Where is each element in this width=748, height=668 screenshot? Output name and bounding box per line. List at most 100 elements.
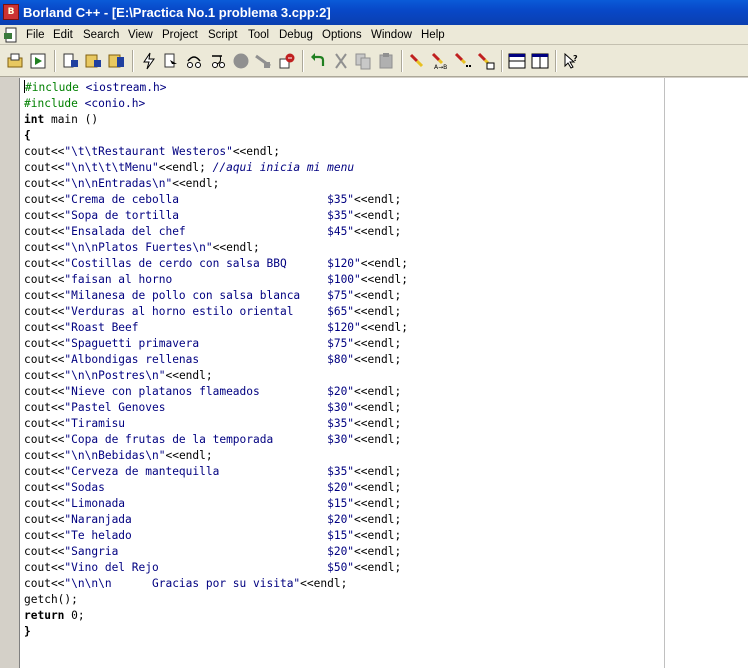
code-token: "Tiramisu $35" bbox=[64, 417, 355, 430]
code-line: cout<<"Pastel Genoves $30"<<endl; bbox=[24, 400, 408, 416]
edit-marker-icon[interactable] bbox=[406, 50, 428, 72]
code-token: <<endl; bbox=[354, 225, 402, 238]
marker-next-icon[interactable] bbox=[452, 50, 474, 72]
save-multiple-icon[interactable] bbox=[106, 50, 128, 72]
code-token: "Vino del Rejo $50" bbox=[64, 561, 355, 574]
code-token: cout<< bbox=[24, 561, 65, 574]
code-token: "\n\nPlatos Fuertes\n" bbox=[64, 241, 213, 254]
code-line: cout<<"Spaguetti primavera $75"<<endl; bbox=[24, 336, 408, 352]
cut-icon[interactable] bbox=[330, 50, 352, 72]
document-icon[interactable] bbox=[3, 27, 19, 43]
code-token: cout<< bbox=[24, 321, 65, 334]
code-line: cout<<"Verduras al horno estilo oriental… bbox=[24, 304, 408, 320]
code-token: "\n\nBebidas\n" bbox=[64, 449, 166, 462]
open-project-icon[interactable] bbox=[4, 50, 26, 72]
code-token: main () bbox=[44, 113, 99, 126]
code-line: cout<<"\n\nBebidas\n"<<endl; bbox=[24, 448, 408, 464]
title-bar[interactable]: B Borland C++ - [E:\Practica No.1 proble… bbox=[0, 0, 748, 25]
menu-script[interactable]: Script bbox=[206, 27, 239, 43]
trace-into-icon[interactable] bbox=[206, 50, 228, 72]
code-token: <<endl; bbox=[354, 337, 402, 350]
code-line: cout<<"\n\n\n Gracias por su visita"<<en… bbox=[24, 576, 408, 592]
code-line: cout<<"Limonada $15"<<endl; bbox=[24, 496, 408, 512]
code-token: <<endl; bbox=[354, 305, 402, 318]
code-editor[interactable]: #include <iostream.h> #include <conio.h> i… bbox=[20, 78, 748, 668]
code-token: "Milanesa de pollo con salsa blanca $75" bbox=[64, 289, 355, 302]
make-icon[interactable] bbox=[138, 50, 160, 72]
code-text[interactable]: #include <iostream.h> #include <conio.h> i… bbox=[24, 80, 408, 640]
code-token: "\n\nPostres\n" bbox=[64, 369, 166, 382]
save-icon[interactable] bbox=[60, 50, 82, 72]
code-line: cout<<"Roast Beef $120"<<endl; bbox=[24, 320, 408, 336]
code-line: } bbox=[24, 624, 408, 640]
build-icon[interactable] bbox=[160, 50, 182, 72]
svg-text:?: ? bbox=[573, 54, 578, 63]
code-token: "Albondigas rellenas $80" bbox=[64, 353, 355, 366]
menu-file[interactable]: File bbox=[24, 27, 47, 43]
code-token: cout<< bbox=[24, 401, 65, 414]
code-token: <<endl; bbox=[158, 161, 213, 174]
code-token: <<endl; bbox=[360, 273, 408, 286]
menu-debug[interactable]: Debug bbox=[277, 27, 315, 43]
code-token: cout<< bbox=[24, 433, 65, 446]
code-token: cout<< bbox=[24, 513, 65, 526]
undo-icon[interactable] bbox=[307, 50, 329, 72]
code-token: int bbox=[24, 113, 45, 126]
code-token: cout<< bbox=[24, 161, 65, 174]
stop-icon[interactable] bbox=[230, 50, 252, 72]
svg-text:A→B: A→B bbox=[434, 64, 447, 70]
menu-project[interactable]: Project bbox=[160, 27, 200, 43]
menu-options[interactable]: Options bbox=[320, 27, 364, 43]
code-token: "faisan al horno $100" bbox=[64, 273, 361, 286]
code-line: cout<<"Costillas de cerdo con salsa BBQ … bbox=[24, 256, 408, 272]
debug-run-icon[interactable] bbox=[276, 50, 298, 72]
help-pointer-icon[interactable]: ? bbox=[560, 50, 582, 72]
menu-view[interactable]: View bbox=[126, 27, 155, 43]
code-line: cout<<"Sangria $20"<<endl; bbox=[24, 544, 408, 560]
code-token: <<endl; bbox=[172, 177, 220, 190]
code-token: cout<< bbox=[24, 209, 65, 222]
code-token: "Sodas $20" bbox=[64, 481, 355, 494]
code-token: "\t\tRestaurant Westeros" bbox=[64, 145, 233, 158]
code-token: "Nieve con platanos flameados $20" bbox=[64, 385, 355, 398]
code-token: "Verduras al horno estilo oriental $65" bbox=[64, 305, 355, 318]
copy-icon[interactable] bbox=[352, 50, 374, 72]
code-line: cout<<"Albondigas rellenas $80"<<endl; bbox=[24, 352, 408, 368]
run-icon[interactable] bbox=[27, 50, 49, 72]
code-token: <<endl; bbox=[165, 449, 213, 462]
code-token: "Ensalada del chef $45" bbox=[64, 225, 355, 238]
code-token: "\n\nEntradas\n" bbox=[64, 177, 173, 190]
code-token: { bbox=[24, 129, 31, 142]
code-token: cout<< bbox=[24, 385, 65, 398]
code-token: cout<< bbox=[24, 177, 65, 190]
code-token: <<endl; bbox=[354, 193, 402, 206]
menu-search[interactable]: Search bbox=[81, 27, 121, 43]
code-token: <<endl; bbox=[354, 497, 402, 510]
borland-app-icon[interactable]: B bbox=[3, 4, 19, 20]
menu-tool[interactable]: Tool bbox=[246, 27, 271, 43]
save-all-icon[interactable] bbox=[83, 50, 105, 72]
code-token: cout<< bbox=[24, 241, 65, 254]
code-token: "Pastel Genoves $30" bbox=[64, 401, 355, 414]
code-token: cout<< bbox=[24, 305, 65, 318]
marker-ab-icon[interactable]: A→B bbox=[429, 50, 451, 72]
code-token: cout<< bbox=[24, 273, 65, 286]
code-token: "Spaguetti primavera $75" bbox=[64, 337, 355, 350]
code-token: <<endl; bbox=[212, 241, 260, 254]
step-over-icon[interactable] bbox=[183, 50, 205, 72]
code-token: #include bbox=[24, 97, 85, 110]
tile-vertical-icon[interactable] bbox=[529, 50, 551, 72]
menu-edit[interactable]: Edit bbox=[51, 27, 75, 43]
code-line: cout<<"\n\nPostres\n"<<endl; bbox=[24, 368, 408, 384]
paste-icon[interactable] bbox=[375, 50, 397, 72]
toggle-breakpoint-icon[interactable] bbox=[252, 50, 274, 72]
marker-list-icon[interactable] bbox=[475, 50, 497, 72]
menu-help[interactable]: Help bbox=[419, 27, 447, 43]
tile-horizontal-icon[interactable] bbox=[506, 50, 528, 72]
code-token: "Te helado $15" bbox=[64, 529, 355, 542]
code-token: cout<< bbox=[24, 225, 65, 238]
code-line: cout<<"Crema de cebolla $35"<<endl; bbox=[24, 192, 408, 208]
menu-window[interactable]: Window bbox=[369, 27, 414, 43]
code-line: cout<<"Vino del Rejo $50"<<endl; bbox=[24, 560, 408, 576]
code-token: "Costillas de cerdo con salsa BBQ $120" bbox=[64, 257, 361, 270]
